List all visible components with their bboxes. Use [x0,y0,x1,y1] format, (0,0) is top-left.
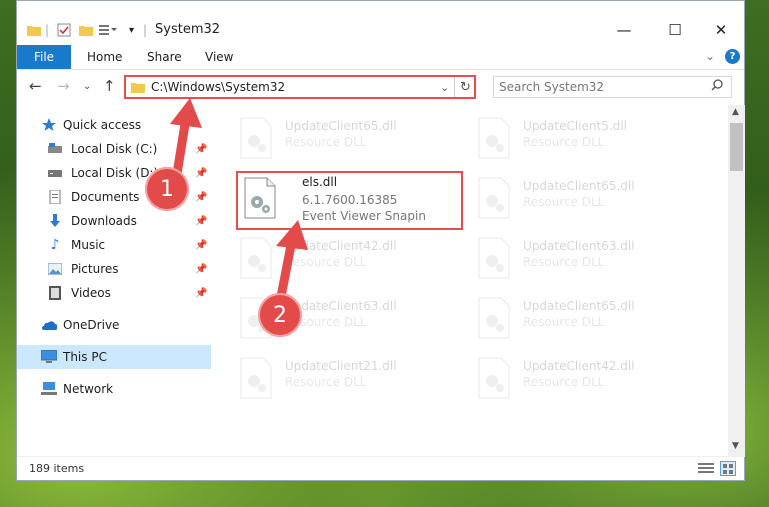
annotation-arrows [170,98,308,307]
step-1-marker: 1 [145,167,189,211]
step-2-marker: 2 [258,293,302,337]
